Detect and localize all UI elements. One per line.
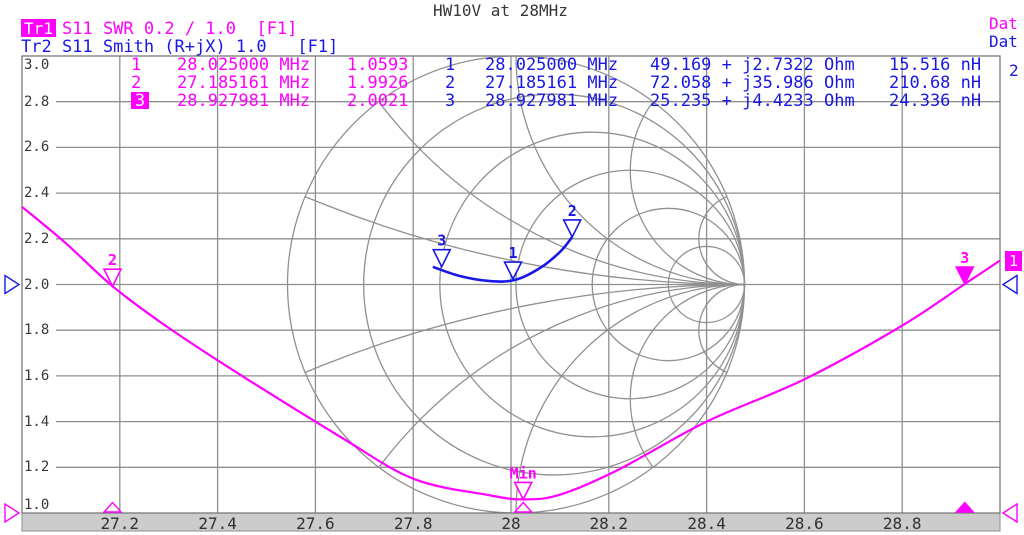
vna-screen: 23Min312 HW10V at 28MHz Tr1 S11 SWR 0.2 …: [0, 0, 1024, 535]
smith-marker-label-3: 3: [437, 232, 446, 250]
swr-marker-label-3: 3: [960, 249, 969, 267]
smith-marker-number: 2: [445, 74, 455, 92]
x-tick-label: 28.4: [687, 514, 726, 533]
swr-marker-value: 2.0021: [347, 92, 408, 110]
y-tick-label: 3.0: [24, 57, 49, 73]
smith-marker-2[interactable]: [564, 220, 581, 237]
swr-marker-label-min: Min: [510, 464, 537, 482]
y-tick-label: 1.6: [24, 368, 49, 384]
smith-marker-frequency: 27.185161 MHz: [485, 74, 618, 92]
swr-marker-number: 2: [131, 74, 141, 92]
smith-marker-impedance: 25.235 + j4.4233 Ohm: [650, 92, 855, 110]
x-tick-label: 28.8: [883, 514, 922, 533]
smith-marker-impedance: 49.169 + j2.7322 Ohm: [650, 56, 855, 74]
smith-marker-number: 3: [445, 92, 455, 110]
smith-marker-inductance: 24.336 nH: [889, 92, 981, 110]
y-tick-label: 1.4: [24, 414, 49, 430]
swr-marker-frequency: 27.185161 MHz: [177, 74, 310, 92]
trace1-format-label[interactable]: S11 SWR 0.2 / 1.0 [F1]: [62, 19, 297, 39]
freq-marker[interactable]: [956, 503, 973, 513]
trace2-ref-left[interactable]: [5, 276, 19, 294]
y-tick-label: 2.0: [24, 277, 49, 293]
y-tick-label: 2.6: [24, 139, 49, 155]
swr-marker-value: 1.9926: [347, 74, 408, 92]
swr-marker-3[interactable]: [956, 267, 973, 284]
y-tick-label: 1.0: [24, 497, 49, 513]
y-tick-label: 1.2: [24, 459, 49, 475]
trace2-format-label[interactable]: Tr2 S11 Smith (R+jX) 1.0 [F1]: [21, 37, 338, 57]
trace1-ref-right[interactable]: [1003, 504, 1017, 522]
y-tick-label: 2.8: [24, 94, 49, 110]
smith-trace: [433, 237, 572, 282]
smith-marker-3[interactable]: [433, 250, 450, 267]
smith-marker-frequency: 28.927981 MHz: [485, 92, 618, 110]
swr-marker-frequency: 28.927981 MHz: [177, 92, 310, 110]
x-tick-label: 27.6: [296, 514, 335, 533]
smith-marker-impedance: 72.058 + j35.986 Ohm: [650, 74, 855, 92]
swr-marker-number: 1: [131, 56, 141, 74]
swr-marker-value: 1.0593: [347, 56, 408, 74]
trace1-ref-left[interactable]: [5, 504, 19, 522]
smith-reactance-arc: [630, 285, 859, 514]
y-tick-label: 2.4: [24, 185, 49, 201]
smith-marker-inductance: 15.516 nH: [889, 56, 981, 74]
smith-marker-inductance: 210.68 nH: [889, 74, 981, 92]
smith-reactance-arc: [516, 0, 973, 285]
chart-title: HW10V at 28MHz: [433, 1, 568, 20]
smith-reactance-arc: [288, 285, 1024, 535]
trace2-data-tag: Dat: [989, 32, 1018, 51]
freq-marker[interactable]: [515, 503, 532, 513]
smith-marker-number: 1: [445, 56, 455, 74]
swr-marker-frequency: 28.025000 MHz: [177, 56, 310, 74]
y-tick-label: 1.8: [24, 322, 49, 338]
smith-marker-frequency: 28.025000 MHz: [485, 56, 618, 74]
trace1-badge[interactable]: Tr1: [21, 19, 56, 37]
smith-marker-label-2: 2: [568, 202, 577, 220]
swr-marker-2[interactable]: [104, 269, 121, 286]
swr-marker-label-2: 2: [108, 251, 117, 269]
trace2-edge-number: 2: [1009, 61, 1019, 80]
smith-marker-label-1: 1: [509, 244, 518, 262]
swr-marker-number: 3: [131, 92, 149, 109]
x-tick-label: 28.6: [785, 514, 824, 533]
smith-reactance-arc: [0, 285, 1024, 535]
x-tick-label: 28: [501, 514, 520, 533]
smith-marker-1[interactable]: [505, 262, 522, 279]
x-tick-label: 27.8: [394, 514, 433, 533]
trace1-edge-number: 1: [1005, 251, 1022, 271]
trace1-data-tag: Dat: [989, 14, 1018, 33]
x-tick-label: 27.2: [101, 514, 140, 533]
x-tick-label: 27.4: [198, 514, 237, 533]
freq-marker[interactable]: [104, 503, 121, 513]
y-tick-label: 2.2: [24, 231, 49, 247]
smith-reactance-arc: [516, 285, 973, 535]
trace2-ref-right[interactable]: [1003, 276, 1017, 294]
x-tick-label: 28.2: [590, 514, 629, 533]
